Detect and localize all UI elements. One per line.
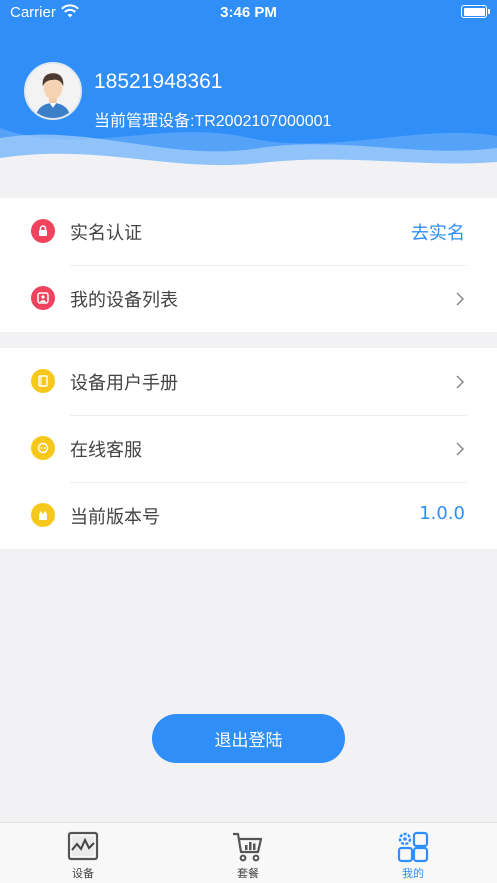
menu-row-label: 实名认证 [70,223,142,244]
tab-mine[interactable]: 我的 [363,823,463,883]
menu-row-version: 当前版本号 1.0.0 [0,482,497,549]
lock-icon [31,219,55,243]
menu-row-online-support[interactable]: 在线客服 [0,415,497,482]
tab-device[interactable]: 设备 [33,823,133,883]
tab-label: 设备 [72,867,94,880]
menu-row-label: 当前版本号 [70,507,160,528]
chevron-right-icon [456,442,465,456]
verify-link[interactable]: 去实名 [411,219,465,245]
menu-row-real-name[interactable]: 实名认证 去实名 [0,198,497,265]
user-avatar-icon [26,64,80,118]
menu-row-label: 我的设备列表 [70,290,178,311]
user-phone: 18521948361 [94,70,223,93]
tab-bar: 设备 套餐 我的 [0,822,497,883]
profile-header: Carrier 3:46 PM 18521948361 当前管理设备:TR200… [0,0,497,184]
header-wave-decoration [0,128,497,184]
chevron-right-icon [456,375,465,389]
chevron-right-icon [456,292,465,306]
menu-row-device-list[interactable]: 我的设备列表 [0,265,497,332]
support-icon [31,436,55,460]
tab-label: 我的 [402,867,424,880]
battery-icon [461,5,490,18]
manual-icon [31,369,55,393]
settings-grid-icon [397,831,429,863]
version-icon [31,503,55,527]
tab-package[interactable]: 套餐 [198,823,298,883]
clock: 3:46 PM [220,4,277,21]
status-bar: Carrier 3:46 PM [0,0,497,26]
device-list-icon [31,286,55,310]
version-value: 1.0.0 [419,503,465,524]
avatar[interactable] [24,62,82,120]
menu-row-user-manual[interactable]: 设备用户手册 [0,348,497,415]
menu-row-label: 设备用户手册 [70,373,178,394]
info-menu-group: 设备用户手册 在线客服 当前版本号 1.0.0 [0,348,497,549]
account-menu-group: 实名认证 去实名 我的设备列表 [0,198,497,332]
device-chart-icon [67,831,99,861]
logout-button[interactable]: 退出登陆 [152,714,345,763]
menu-row-label: 在线客服 [70,440,142,461]
tab-label: 套餐 [237,867,259,880]
cart-icon [233,832,263,862]
